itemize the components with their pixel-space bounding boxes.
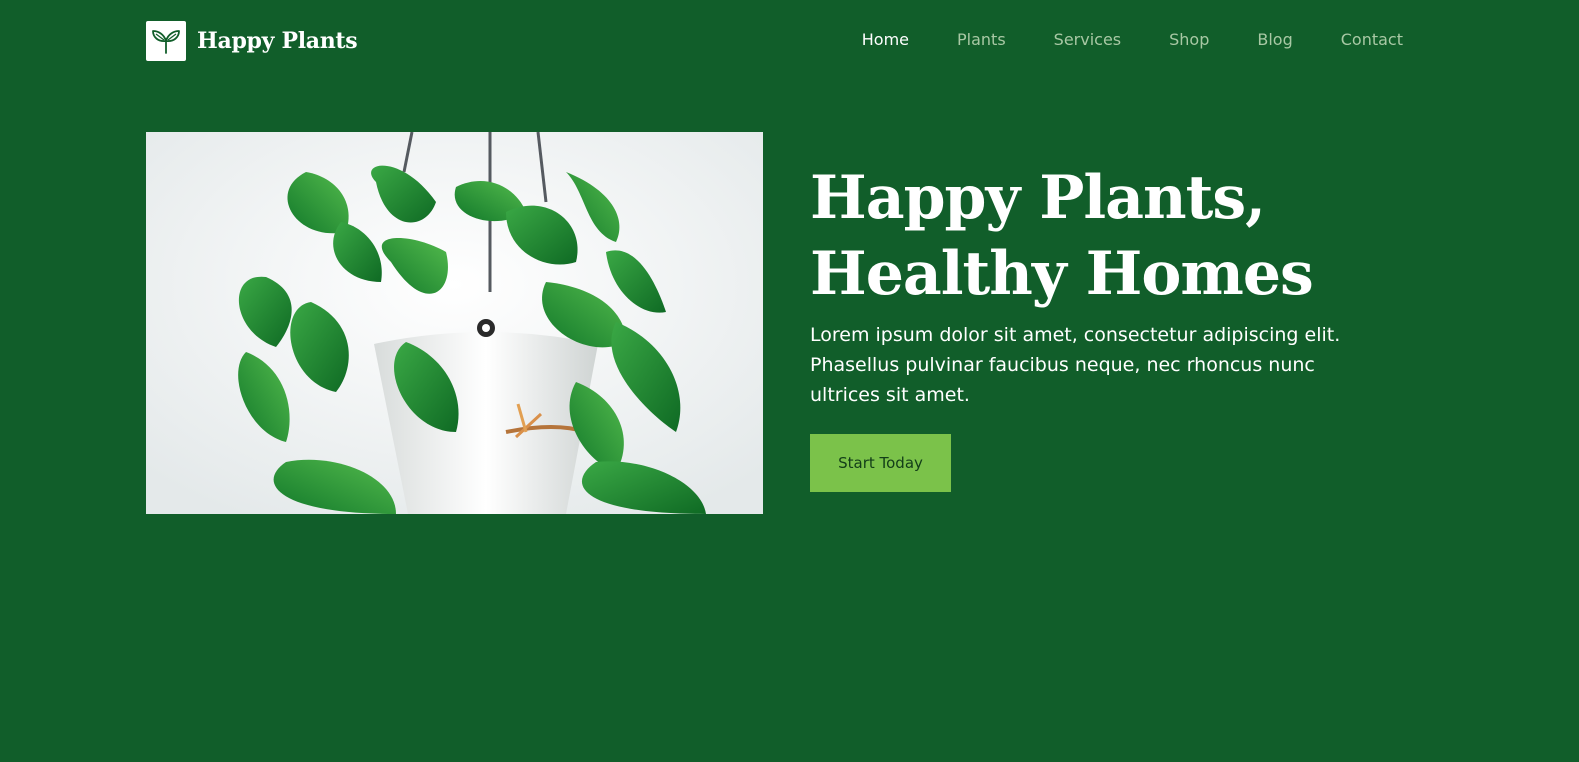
- brand-logo-link[interactable]: Happy Plants: [146, 21, 358, 61]
- start-today-button[interactable]: Start Today: [810, 434, 951, 492]
- brand-name: Happy Plants: [197, 28, 358, 54]
- nav-item-contact[interactable]: Contact: [1341, 30, 1403, 49]
- sprout-icon: [146, 21, 186, 61]
- site-header: Happy Plants Home Plants Services Shop B…: [146, 21, 1403, 61]
- hero-lead-text: Lorem ipsum dolor sit amet, consectetur …: [810, 324, 1341, 406]
- hero-headline: Happy Plants, Healthy Homes: [810, 160, 1410, 312]
- nav-item-home[interactable]: Home: [862, 30, 909, 49]
- main-nav: Home Plants Services Shop Blog Contact: [814, 30, 1403, 49]
- nav-item-blog[interactable]: Blog: [1257, 30, 1292, 49]
- hero-plant-image: [146, 132, 763, 514]
- hero-headline-line2: Healthy Homes: [810, 239, 1314, 309]
- nav-item-shop[interactable]: Shop: [1169, 30, 1209, 49]
- hero-text: Happy Plants, Healthy Homes Lorem ipsum …: [810, 160, 1410, 410]
- hero-headline-line1: Happy Plants,: [810, 163, 1266, 233]
- nav-item-plants[interactable]: Plants: [957, 30, 1006, 49]
- nav-item-services[interactable]: Services: [1054, 30, 1121, 49]
